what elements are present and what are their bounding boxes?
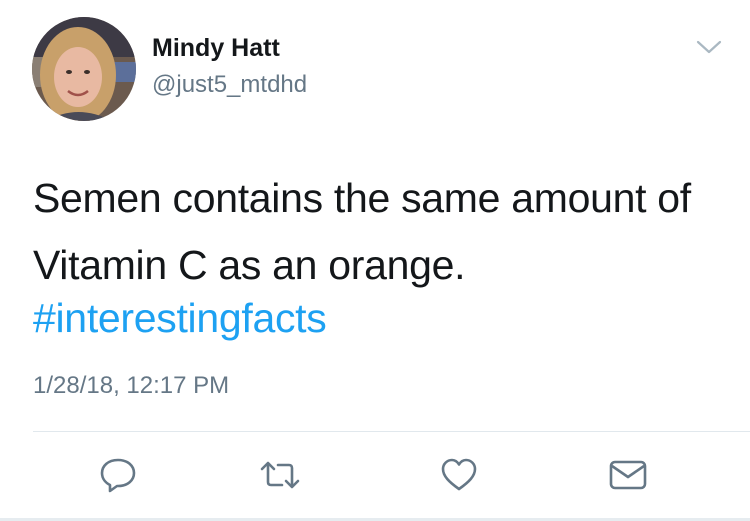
hashtag-link[interactable]: #interestingfacts: [33, 290, 327, 346]
envelope-icon: [609, 460, 647, 490]
tweet-text-line: Vitamin C as an orange.: [33, 242, 466, 288]
heart-icon: [441, 458, 477, 491]
direct-message-button[interactable]: [608, 456, 648, 494]
reply-button[interactable]: [98, 456, 138, 494]
author-avatar[interactable]: [32, 17, 136, 121]
tweet-timestamp[interactable]: 1/28/18, 12:17 PM: [33, 372, 229, 400]
like-button[interactable]: [439, 456, 479, 494]
author-handle[interactable]: @just5_mtdhd: [152, 71, 307, 99]
profile-photo-icon: [32, 17, 136, 121]
retweet-arrows-icon: [260, 461, 300, 489]
retweet-button[interactable]: [258, 456, 300, 494]
chevron-down-icon[interactable]: [694, 36, 724, 58]
speech-bubble-icon: [100, 458, 136, 493]
author-display-name[interactable]: Mindy Hatt: [152, 34, 280, 63]
tweet-text-line: Semen contains the same amount of: [33, 175, 691, 221]
tweet-card: Mindy Hatt @just5_mtdhd Semen contains t…: [0, 0, 750, 521]
divider: [33, 431, 750, 432]
tweet-text: Semen contains the same amount of Vitami…: [33, 165, 733, 299]
